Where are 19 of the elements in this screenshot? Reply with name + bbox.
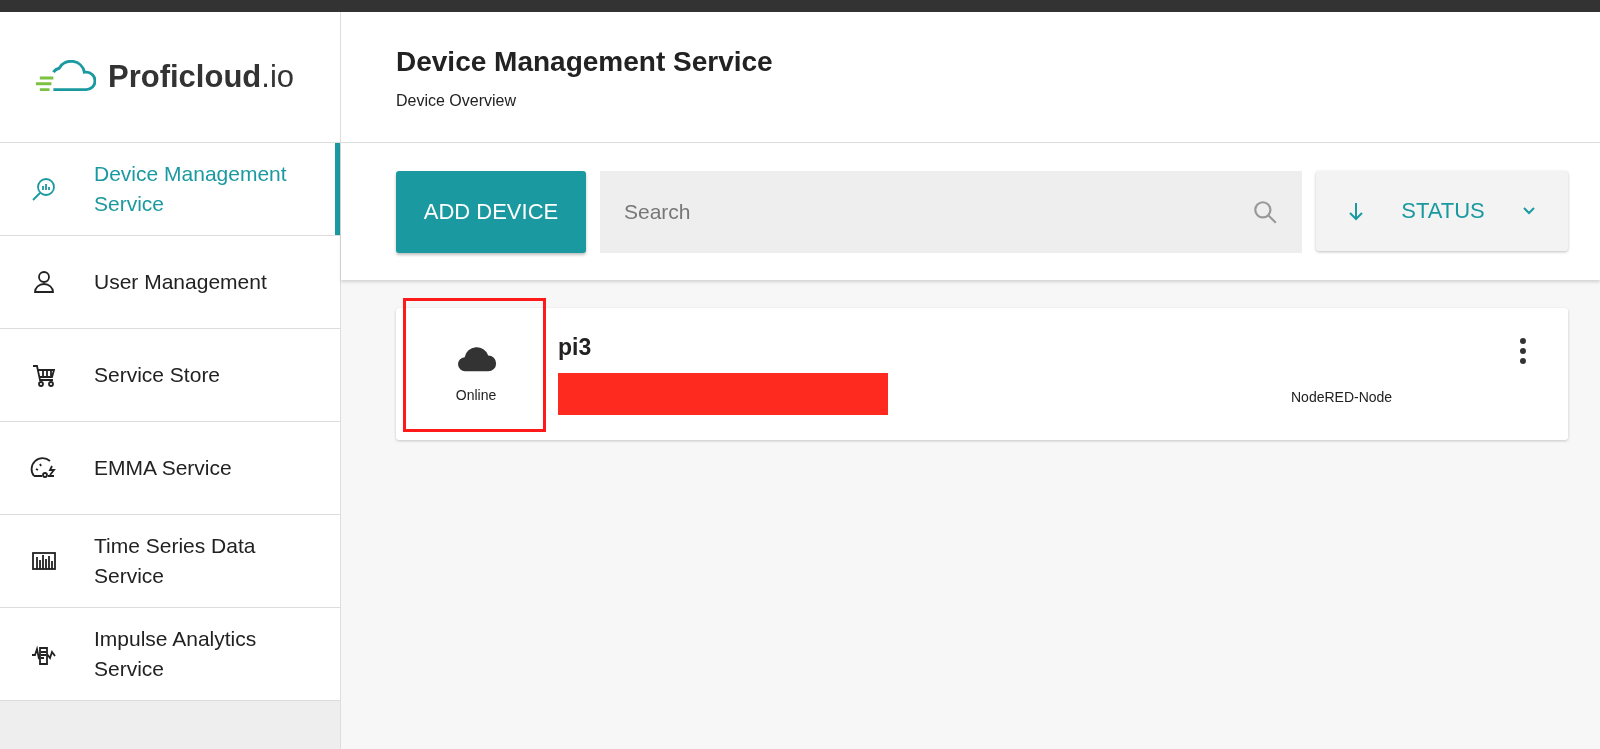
- device-card[interactable]: Online pi3 NodeRED-Node: [396, 308, 1568, 440]
- search-field[interactable]: Search: [600, 171, 1302, 253]
- sidebar-item[interactable]: EMMA Service: [0, 422, 340, 515]
- sidebar-item[interactable]: Service Store: [0, 329, 340, 422]
- status-label: Online: [455, 387, 497, 403]
- arrow-down-icon: [1348, 201, 1364, 221]
- sidebar-item[interactable]: Time Series Data Service: [0, 515, 340, 608]
- device-type: NodeRED-Node: [1291, 389, 1393, 405]
- cloud-logo-icon: [34, 60, 96, 94]
- page-title: Device Management Service: [396, 46, 774, 78]
- device-name: pi3: [558, 333, 593, 361]
- more-icon[interactable]: [1520, 338, 1526, 364]
- magnifier-chart-icon: [30, 175, 58, 203]
- chevron-down-icon: [1522, 206, 1536, 216]
- cloud-icon: [455, 345, 497, 373]
- sidebar-item[interactable]: User Management: [0, 236, 340, 329]
- search-icon: [1252, 199, 1278, 225]
- page-subtitle: Device Overview: [396, 92, 518, 110]
- logo-text: Proficloud.io: [108, 59, 295, 95]
